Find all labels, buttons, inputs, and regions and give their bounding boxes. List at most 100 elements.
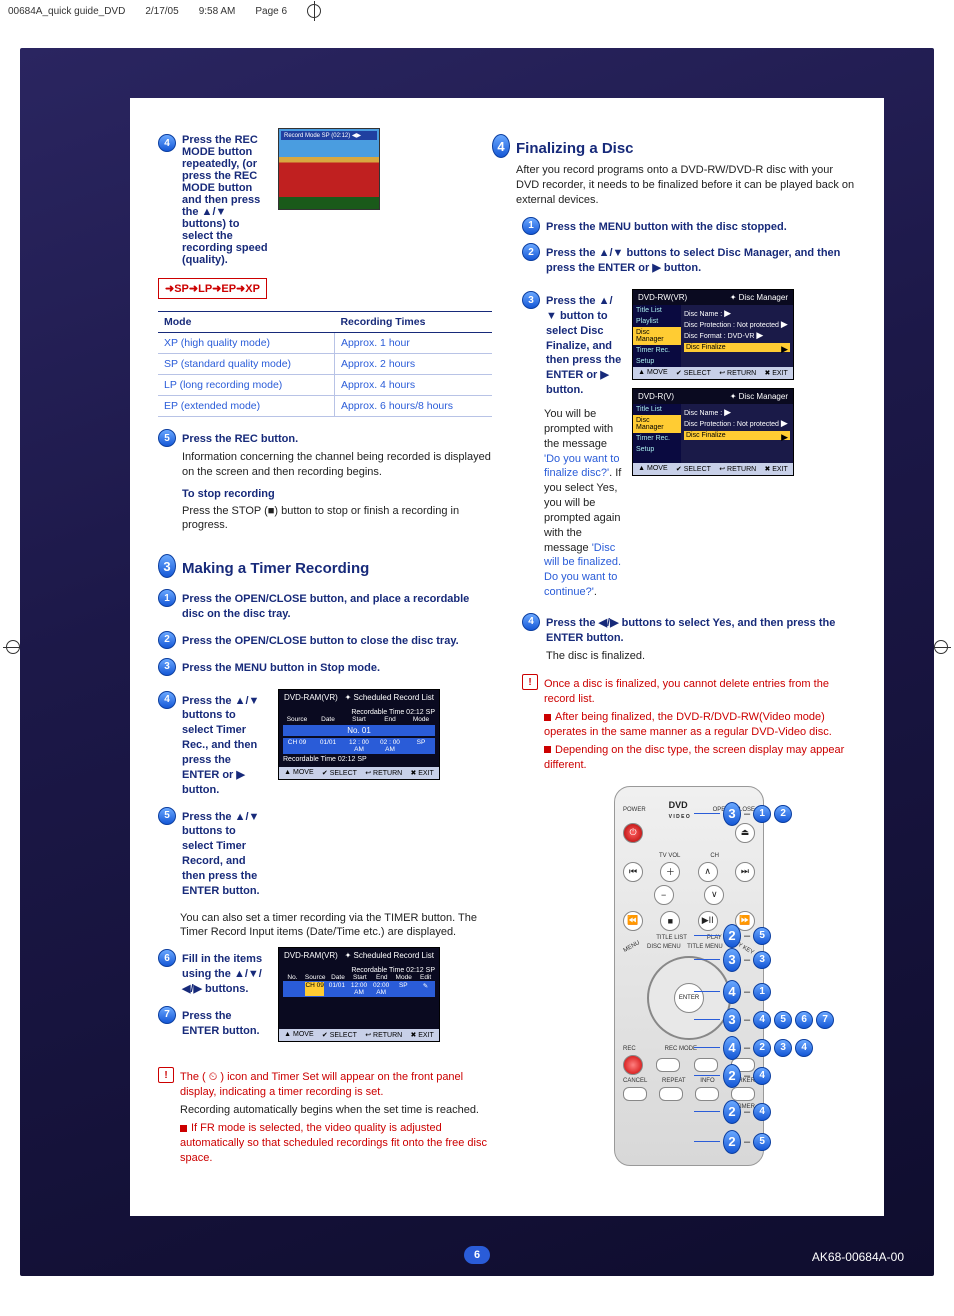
callout-step-icon: 1 xyxy=(753,983,771,1001)
discmenu-label: DISC MENU xyxy=(647,944,681,950)
callout: 4–1 xyxy=(694,980,771,1004)
k: Disc Finalize xyxy=(686,432,726,439)
warning-icon: ! xyxy=(158,1067,174,1083)
menu-item: Disc Manager xyxy=(633,415,681,433)
table-cell: Approx. 1 hour xyxy=(334,333,492,354)
foot: ✖ EXIT xyxy=(764,369,787,377)
recmode-label: REC MODE xyxy=(665,1046,697,1052)
panel-row: Disc Protection : Not protected ▶ xyxy=(684,319,790,330)
registration-mark-icon xyxy=(6,640,20,654)
fin-step-3-detail: You will be prompted with the message 'D… xyxy=(544,407,622,600)
callout-step-icon: 2 xyxy=(753,1039,771,1057)
warn-text-1: The ( ⏲ ) icon and Timer Set will appear… xyxy=(180,1070,492,1100)
stop-text: Press the STOP (■) button to stop or fin… xyxy=(182,504,492,534)
timer-step-5: Press the ▲/▼ buttons to select Timer Re… xyxy=(182,810,268,899)
k: Disc Format xyxy=(684,333,722,340)
menu-item: Timer Rec. xyxy=(633,345,681,356)
hdr: Date xyxy=(329,974,348,981)
callout-step-icon: 5 xyxy=(774,1011,792,1029)
panel-row: Disc Protection : Not protected ▶ xyxy=(684,418,790,429)
warn2b: Depending on the disc type, the screen d… xyxy=(544,743,856,773)
row-no: No. 01 xyxy=(283,725,435,736)
cell: 02 : 00 AM xyxy=(376,739,404,753)
fin-step-2: Press the ▲/▼ buttons to select Disc Man… xyxy=(546,246,856,276)
txt: You will be prompted with the message xyxy=(544,408,613,450)
dash: – xyxy=(744,930,750,942)
foot: ↩ RETURN xyxy=(365,1031,402,1039)
page-number: 6 xyxy=(464,1246,490,1264)
repeat-button[interactable] xyxy=(659,1087,683,1101)
mode-sequence: ➜SP➜LP➜EP➜XP xyxy=(158,278,267,299)
timer-step-6-icon: 6 xyxy=(158,949,176,967)
callout-line xyxy=(694,1019,720,1020)
marker-button[interactable] xyxy=(731,1087,755,1101)
screen-subtitle: ✦ Disc Manager xyxy=(730,392,788,401)
vol-up-button[interactable]: ＋ xyxy=(660,862,680,882)
table-cell: SP (standard quality mode) xyxy=(158,354,334,375)
callout: 4–234 xyxy=(694,1036,813,1060)
callout-step-icon: 5 xyxy=(753,927,771,945)
ch-up-button[interactable]: ∧ xyxy=(698,862,718,882)
recordable-time-2: Recordable Time 02:12 SP xyxy=(283,756,435,763)
next-button[interactable]: ⏭ xyxy=(735,862,755,882)
warning-icon: ! xyxy=(522,674,538,690)
foot: ✔ SELECT xyxy=(322,769,357,777)
callout-step-icon: 4 xyxy=(795,1039,813,1057)
table-cell: EP (extended mode) xyxy=(158,396,334,417)
cell: CH 09 xyxy=(305,982,324,996)
table-cell: LP (long recording mode) xyxy=(158,375,334,396)
step-4-icon: 4 xyxy=(158,134,176,152)
power-label: POWER xyxy=(623,807,646,813)
left-column: 4 Press the REC MODE button repeatedly, … xyxy=(158,128,492,1177)
ch-down-button[interactable]: ∨ xyxy=(704,885,724,905)
cancel-button[interactable] xyxy=(623,1087,647,1101)
menu-item: Setup xyxy=(633,356,681,367)
fin-step-1-icon: 1 xyxy=(522,217,540,235)
table-cell: Approx. 2 hours xyxy=(334,354,492,375)
callout: 3–3 xyxy=(694,948,771,972)
callout-section-icon: 4 xyxy=(723,980,741,1004)
v: : xyxy=(720,311,722,318)
k: Disc Finalize xyxy=(686,344,726,351)
screen-subtitle: ✦ Disc Manager xyxy=(730,293,788,302)
print-slug: 00684A_quick guide_DVD 2/17/05 9:58 AM P… xyxy=(0,0,954,36)
menu-item: Disc Manager xyxy=(633,327,681,345)
registration-mark-icon xyxy=(307,4,321,18)
chevron-right-icon: ▶ xyxy=(781,344,788,355)
cell: 01/01 xyxy=(314,739,342,753)
section-4-intro: After you record programs onto a DVD-RW/… xyxy=(516,163,856,208)
th-time: Recording Times xyxy=(334,312,492,333)
callout-line xyxy=(694,813,720,814)
dash: – xyxy=(744,1106,750,1118)
warn-text-1c-span: If FR mode is selected, the video qualit… xyxy=(180,1122,487,1164)
recordable-time: Recordable Time 02:12 SP xyxy=(283,967,435,974)
info-button[interactable] xyxy=(695,1087,719,1101)
recmode-button[interactable] xyxy=(656,1058,680,1072)
tvvol-label: TV VOL xyxy=(659,853,680,859)
rec-mode-bar: Record Mode SP (02:12) ◀▶ xyxy=(281,131,377,140)
callout-line xyxy=(694,959,720,960)
foot: ✖ EXIT xyxy=(764,465,787,473)
open-close-button[interactable]: ⏏ xyxy=(735,823,755,843)
callout-step-icon: 1 xyxy=(753,805,771,823)
fin-step-4b: The disc is finalized. xyxy=(546,649,856,664)
callout-step-icon: 2 xyxy=(774,805,792,823)
stop-button[interactable]: ■ xyxy=(660,911,680,931)
foot: ▲ MOVE xyxy=(638,465,668,473)
prev-button[interactable]: ⏮ xyxy=(623,862,643,882)
section-3-icon: 3 xyxy=(158,554,176,578)
rec-label: REC xyxy=(623,1046,636,1052)
doc-time: 9:58 AM xyxy=(199,6,236,17)
vol-down-button[interactable]: − xyxy=(654,885,674,905)
fin-step-2-icon: 2 xyxy=(522,243,540,261)
callout-step-icon: 4 xyxy=(753,1067,771,1085)
power-button[interactable]: ⏻ xyxy=(623,823,643,843)
rewind-button[interactable]: ⏪ xyxy=(623,911,643,931)
txt: After being finalized, the DVD-R/DVD-RW(… xyxy=(544,711,832,738)
titlelist-label: TITLE LIST xyxy=(656,935,687,941)
timer-step-2-icon: 2 xyxy=(158,631,176,649)
rec-button[interactable] xyxy=(623,1055,643,1075)
callout-step-icon: 7 xyxy=(816,1011,834,1029)
callout-section-icon: 2 xyxy=(723,924,741,948)
fin-step-3-icon: 3 xyxy=(522,291,540,309)
